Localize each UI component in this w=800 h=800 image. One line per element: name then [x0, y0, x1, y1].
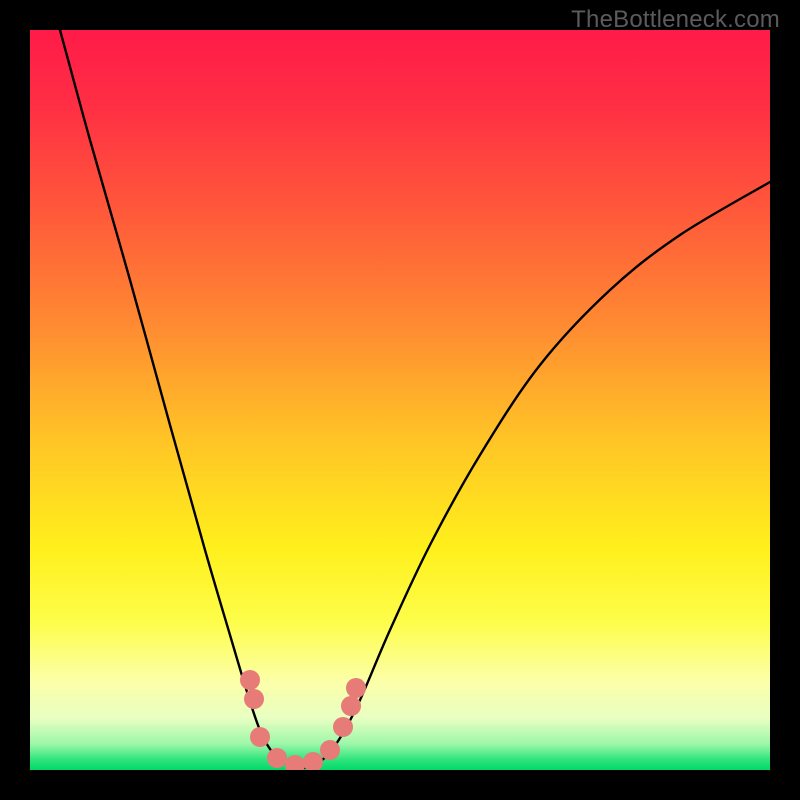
data-marker [303, 752, 323, 770]
data-marker [285, 755, 305, 770]
data-marker [341, 696, 361, 716]
plot-area [30, 30, 770, 770]
data-marker [346, 678, 366, 698]
curve-layer [30, 30, 770, 770]
data-marker [250, 727, 270, 747]
data-marker [240, 670, 260, 690]
bottleneck-curve [60, 30, 770, 768]
data-marker [333, 717, 353, 737]
data-marker [244, 689, 264, 709]
chart-frame: TheBottleneck.com [0, 0, 800, 800]
data-marker [267, 748, 287, 768]
data-marker [320, 740, 340, 760]
watermark-text: TheBottleneck.com [571, 6, 780, 34]
